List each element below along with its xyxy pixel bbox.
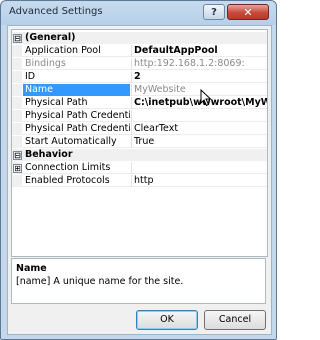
category-label: (General) [25, 32, 76, 43]
property-row-id[interactable]: ID 2 [12, 71, 267, 83]
property-value[interactable]: 2 [131, 71, 267, 83]
property-value[interactable] [131, 110, 267, 122]
property-value[interactable]: http:192.168.1.2:8069: [131, 58, 267, 70]
property-row-bindings[interactable]: Bindings http:192.168.1.2:8069: [12, 58, 267, 70]
property-name: Application Pool [25, 45, 101, 56]
description-title: Name [16, 263, 47, 274]
row-gutter [12, 110, 22, 122]
property-value[interactable]: http [131, 175, 267, 187]
dialog-client-area: ⊟ (General) Application Pool DefaultAppP… [7, 25, 272, 335]
property-row-enabled-protocols[interactable]: Enabled Protocols http [12, 175, 267, 187]
property-row-start-automatically[interactable]: Start Automatically True [12, 136, 267, 148]
property-name: Physical Path [25, 97, 88, 108]
property-row-physical-path[interactable]: Physical Path C:\inetpub\wwwroot\MyWebs [12, 97, 267, 109]
row-gutter [12, 97, 22, 109]
help-button[interactable]: ? [203, 4, 225, 20]
property-row-application-pool[interactable]: Application Pool DefaultAppPool [12, 45, 267, 57]
ok-button[interactable]: OK [136, 310, 198, 330]
property-name: Physical Path Credentials Logon Type [25, 123, 130, 134]
collapse-icon[interactable]: ⊟ [13, 34, 22, 43]
category-general[interactable]: ⊟ (General) [12, 32, 267, 44]
property-value[interactable]: ClearText [131, 123, 267, 135]
category-label: Behavior [25, 149, 73, 160]
row-gutter [12, 58, 22, 70]
close-button[interactable]: ✕ [227, 4, 269, 20]
property-name: Connection Limits [25, 162, 111, 173]
category-behavior[interactable]: ⊟ Behavior [12, 149, 267, 161]
property-name: Name [23, 84, 130, 96]
property-name: ID [25, 71, 36, 82]
property-value[interactable] [131, 162, 267, 174]
row-gutter [12, 71, 22, 83]
property-row-physical-path-credentials[interactable]: Physical Path Credentials [12, 110, 267, 122]
row-gutter [12, 123, 22, 135]
property-name: Start Automatically [25, 136, 117, 147]
property-name: Enabled Protocols [25, 175, 110, 186]
expand-icon[interactable]: ⊞ [13, 164, 22, 173]
description-text: [name] A unique name for the site. [16, 276, 184, 287]
property-value[interactable]: MyWebsite [131, 84, 267, 96]
cancel-button[interactable]: Cancel [204, 310, 266, 330]
property-grid[interactable]: ⊟ (General) Application Pool DefaultAppP… [11, 29, 268, 257]
property-value[interactable]: True [131, 136, 267, 148]
row-gutter [12, 136, 22, 148]
property-row-connection-limits[interactable]: ⊞ Connection Limits [12, 162, 267, 174]
property-value[interactable]: DefaultAppPool [131, 45, 267, 57]
property-row-name[interactable]: Name MyWebsite [12, 84, 267, 96]
property-name: Physical Path Credentials [25, 110, 130, 121]
row-gutter [12, 175, 22, 187]
property-name: Bindings [25, 58, 66, 69]
window-title: Advanced Settings [9, 6, 103, 17]
description-panel: Name [name] A unique name for the site. [11, 258, 266, 304]
mouse-cursor-icon [200, 89, 212, 107]
title-bar[interactable]: Advanced Settings ? ✕ [1, 1, 276, 25]
advanced-settings-dialog: Advanced Settings ? ✕ ⊟ (General) Applic… [0, 0, 277, 340]
property-value[interactable]: C:\inetpub\wwwroot\MyWebs [131, 97, 267, 109]
row-gutter [12, 84, 22, 96]
collapse-icon[interactable]: ⊟ [13, 151, 22, 160]
row-gutter [12, 45, 22, 57]
property-row-credentials-logon-type[interactable]: Physical Path Credentials Logon Type Cle… [12, 123, 267, 135]
